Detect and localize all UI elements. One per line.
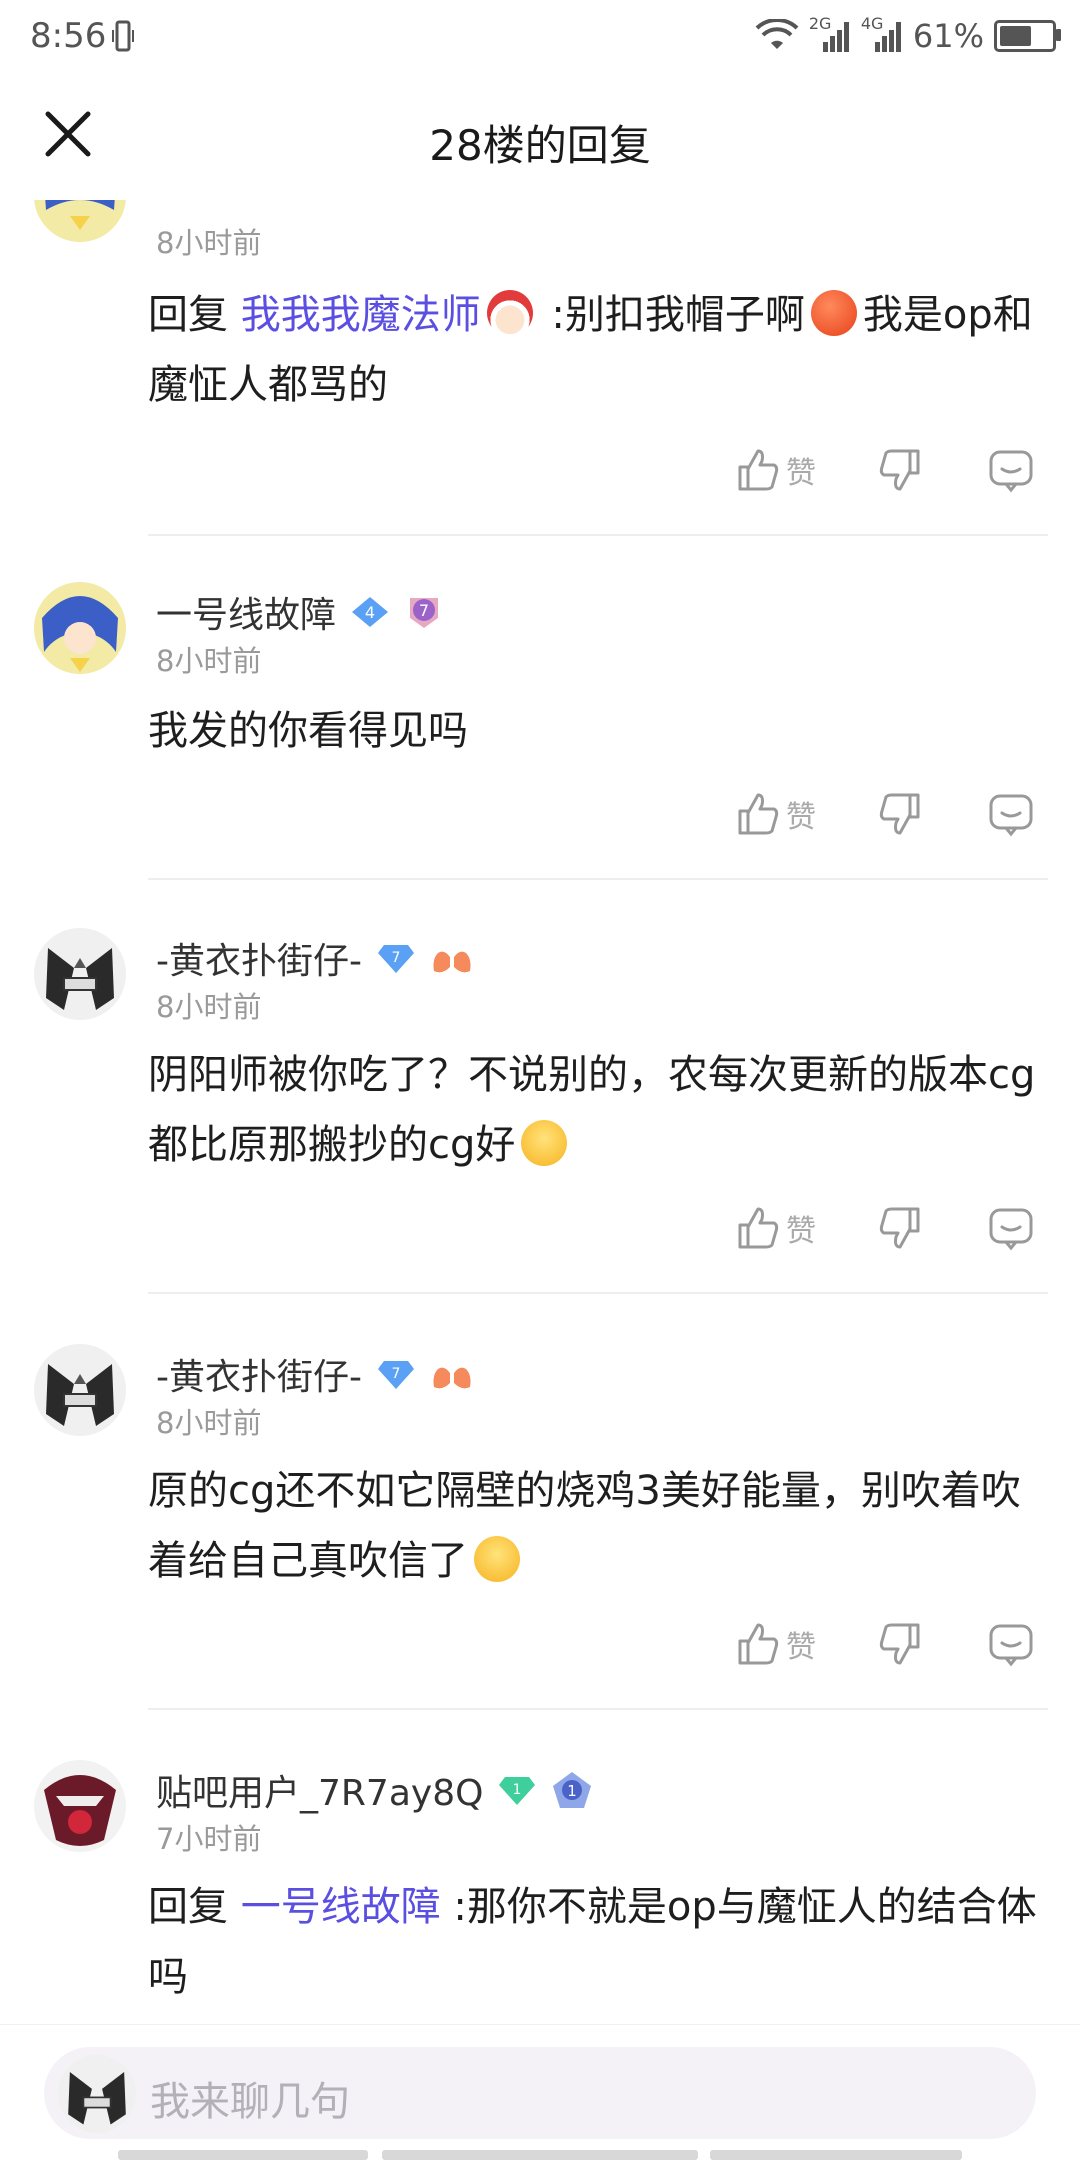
my-avatar[interactable] (58, 2055, 136, 2133)
dislike-button[interactable] (878, 784, 922, 844)
signal-4g-icon: 4G (861, 14, 903, 54)
thumbs-up-icon (738, 1207, 779, 1249)
status-time: 8:56 (30, 16, 107, 56)
author-name[interactable]: -黄衣扑街仔- (156, 1348, 362, 1400)
divider (148, 1292, 1048, 1294)
comment-button[interactable] (988, 1198, 1034, 1258)
lungs-emoji-icon (430, 939, 474, 977)
reply-author-row: -黄衣扑街仔- 7 (156, 932, 474, 984)
reply-content[interactable]: 回复 一号线故障 :那你不就是op与魔怔人的结合体吗 (148, 1872, 1048, 2012)
thumbs-up-icon (738, 793, 779, 835)
avatar[interactable] (34, 1760, 126, 1852)
author-name[interactable]: 贴吧用户_7R7ay8Q (156, 1764, 483, 1816)
reply-time: 8小时前 (156, 226, 262, 260)
comment-icon (989, 1208, 1033, 1251)
reply-author-row: -黄衣扑街仔- 7 (156, 1348, 474, 1400)
comment-icon (989, 794, 1033, 837)
avatar[interactable] (34, 200, 126, 242)
reply-list[interactable]: 8小时前 回复 我我我魔法师 :别扣我帽子啊 我是op和魔怔人都骂的 赞 一号线… (0, 200, 1080, 2024)
comment-button[interactable] (988, 440, 1034, 500)
signal-2g-icon: 2G (809, 14, 851, 54)
dislike-button[interactable] (878, 1198, 922, 1258)
grinning-emoji-icon (521, 1120, 568, 1166)
svg-text:1: 1 (513, 1782, 522, 1798)
like-button[interactable]: 赞 (736, 1198, 816, 1258)
svg-text:4: 4 (365, 603, 375, 622)
reply-actions: 赞 (0, 784, 1080, 844)
like-label: 赞 (786, 1630, 816, 1665)
level-badge: 1 (497, 1773, 537, 1807)
level-badge: 4 (350, 595, 390, 629)
svg-text:1: 1 (568, 1782, 578, 1800)
comment-input-placeholder: 我来聊几句 (150, 2079, 350, 2125)
like-button[interactable]: 赞 (736, 784, 816, 844)
nav-gesture-bar-right (710, 2150, 962, 2160)
like-button[interactable]: 赞 (736, 1614, 816, 1674)
medal-badge: 1 (551, 1770, 593, 1810)
thumbs-up-icon (738, 449, 779, 491)
hugging-emoji-icon (474, 1536, 520, 1582)
reply-content[interactable]: 回复 我我我魔法师 :别扣我帽子啊 我是op和魔怔人都骂的 (148, 280, 1048, 420)
divider (148, 1708, 1048, 1710)
svg-text:7: 7 (392, 1366, 401, 1382)
like-label: 赞 (786, 1214, 816, 1249)
battery-icon (994, 20, 1061, 52)
mention-link[interactable]: 我我我魔法师 (241, 292, 481, 338)
reply-actions: 赞 (0, 1198, 1080, 1258)
comment-bar: 我来聊几句 (0, 2024, 1080, 2161)
like-button[interactable]: 赞 (736, 440, 816, 500)
thumbs-down-icon (879, 449, 920, 491)
thumbs-up-icon (738, 1623, 779, 1665)
author-name[interactable]: 一号线故障 (156, 586, 336, 638)
svg-text:7: 7 (392, 950, 401, 966)
comment-button[interactable] (988, 1614, 1034, 1674)
mention-link[interactable]: 一号线故障 (241, 1884, 441, 1930)
reply-time: 8小时前 (156, 990, 262, 1024)
divider (148, 534, 1048, 536)
dislike-button[interactable] (878, 1614, 922, 1674)
author-name[interactable]: -黄衣扑街仔- (156, 932, 362, 984)
thumbs-down-icon (879, 793, 920, 835)
wifi-icon (755, 19, 799, 49)
like-label: 赞 (786, 800, 816, 835)
reply-author-row: 一号线故障 4 7 (156, 586, 444, 638)
nav-gesture-bar-left (118, 2150, 368, 2160)
page-title: 28楼的回复 (429, 121, 651, 170)
reply-content[interactable]: 原的cg还不如它隔壁的烧鸡3美好能量，别吹着吹着给自己真吹信了 (148, 1456, 1048, 1596)
comment-button[interactable] (988, 784, 1034, 844)
reply-author-row: 贴吧用户_7R7ay8Q 1 1 (156, 1764, 593, 1816)
reply-content[interactable]: 阴阳师被你吃了？不说别的，农每次更新的版本cg都比原那搬抄的cg好 (148, 1040, 1048, 1180)
lungs-emoji-icon (430, 1355, 474, 1393)
battery-percent: 61% (912, 17, 984, 55)
dislike-button[interactable] (878, 440, 922, 500)
avatar[interactable] (34, 928, 126, 1020)
divider (148, 878, 1048, 880)
avatar[interactable] (34, 1344, 126, 1436)
like-label: 赞 (786, 456, 816, 491)
level-badge: 7 (376, 1357, 416, 1391)
avatar[interactable] (34, 582, 126, 674)
thumbs-down-icon (879, 1207, 920, 1249)
comment-icon (989, 450, 1033, 493)
vibrate-icon (112, 20, 134, 52)
reply-time: 7小时前 (156, 1822, 262, 1856)
level-badge: 7 (376, 941, 416, 975)
medal-badge: 7 (404, 592, 444, 632)
nav-gesture-bar-center (382, 2150, 698, 2160)
thumbs-down-icon (879, 1623, 920, 1665)
status-right: 2G 4G 61% (755, 14, 1061, 58)
reply-time: 8小时前 (156, 644, 262, 678)
svg-text:7: 7 (419, 601, 429, 620)
comment-icon (989, 1624, 1033, 1667)
angry-emoji-icon (810, 290, 857, 336)
status-bar: 8:56 2G 4G 61% (0, 0, 1080, 76)
reply-content[interactable]: 我发的你看得见吗 (148, 696, 1048, 766)
reply-time: 8小时前 (156, 1406, 262, 1440)
reply-actions: 赞 (0, 1614, 1080, 1674)
santa-emoji-icon (486, 290, 533, 336)
header: 28楼的回复 (0, 76, 1080, 206)
reply-actions: 赞 (0, 440, 1080, 500)
